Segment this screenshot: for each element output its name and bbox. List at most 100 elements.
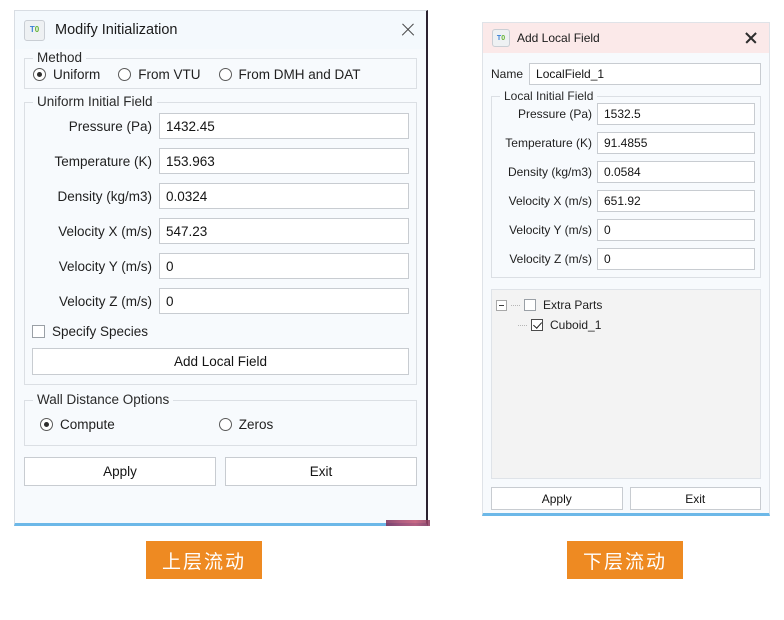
radio-uniform-indicator <box>33 68 46 81</box>
dialog-title: Add Local Field <box>517 31 600 45</box>
field-temperature-input[interactable]: 91.4855 <box>597 132 755 154</box>
field-temperature-input[interactable]: 153.963 <box>159 148 409 174</box>
radio-zeros-indicator <box>218 418 232 431</box>
field-velocity-y-input[interactable]: 0 <box>159 253 409 279</box>
radio-from-vtu-indicator <box>118 68 132 81</box>
uniform-initial-field-groupbox: Uniform Initial Field Pressure (Pa) 1432… <box>24 94 417 385</box>
field-velocity-x-label: Velocity X (m/s) <box>58 223 152 239</box>
render-artifact <box>386 520 430 526</box>
field-velocity-x-input[interactable]: 651.92 <box>597 190 755 212</box>
collapse-icon[interactable] <box>496 299 507 311</box>
modify-initialization-dialog: T0 Modify Initialization Method Uniform … <box>14 10 428 526</box>
screenshot-canvas: T0 Modify Initialization Method Uniform … <box>0 0 784 620</box>
field-temperature: Temperature (K) 153.963 <box>32 148 409 174</box>
method-legend: Method <box>33 50 87 65</box>
field-pressure-input[interactable]: 1532.5 <box>597 103 755 125</box>
field-pressure: Pressure (Pa) 1532.5 <box>497 103 755 125</box>
radio-from-vtu-label: From VTU <box>138 67 201 82</box>
field-density-label: Density (kg/m3) <box>507 165 592 179</box>
tree-item-label: Extra Parts <box>543 298 603 312</box>
field-pressure-input[interactable]: 1432.45 <box>159 113 409 139</box>
dialog-body: Method Uniform From VTU From DMH and DAT <box>15 50 426 486</box>
apply-button[interactable]: Apply <box>491 487 623 510</box>
tree-connector <box>518 324 527 326</box>
field-density: Density (kg/m3) 0.0324 <box>32 183 409 209</box>
caption-lower-flow: 下层流动 <box>567 541 683 579</box>
radio-compute-label: Compute <box>60 417 115 432</box>
field-density-label: Density (kg/m3) <box>57 188 152 204</box>
dialog-body: Name LocalField_1 Local Initial Field Pr… <box>483 63 769 510</box>
name-row: Name LocalField_1 <box>491 63 761 85</box>
app-t0-icon: T0 <box>24 19 45 41</box>
field-velocity-x-input[interactable]: 547.23 <box>159 218 409 244</box>
field-density-input[interactable]: 0.0584 <box>597 161 755 183</box>
radio-compute-indicator <box>40 418 53 431</box>
field-velocity-y-label: Velocity Y (m/s) <box>58 258 152 274</box>
field-velocity-y-input[interactable]: 0 <box>597 219 755 241</box>
exit-button[interactable]: Exit <box>629 487 761 510</box>
name-label: Name <box>491 67 524 81</box>
cuboid-checkbox[interactable] <box>531 319 543 331</box>
dialog-button-row: Apply Exit <box>491 487 761 510</box>
method-groupbox: Method Uniform From VTU From DMH and DAT <box>24 50 417 89</box>
local-initial-field-legend: Local Initial Field <box>500 89 598 103</box>
app-t0-icon: T0 <box>492 29 510 47</box>
field-temperature: Temperature (K) 91.4855 <box>497 132 755 154</box>
field-velocity-x-label: Velocity X (m/s) <box>508 194 592 208</box>
field-velocity-z: Velocity Z (m/s) 0 <box>32 288 409 314</box>
field-velocity-y: Velocity Y (m/s) 0 <box>32 253 409 279</box>
tree-row[interactable]: Extra Parts <box>496 295 756 315</box>
apply-button[interactable]: Apply <box>24 457 216 486</box>
dialog-button-row: Apply Exit <box>24 457 417 486</box>
radio-uniform-label: Uniform <box>53 67 101 82</box>
field-velocity-y: Velocity Y (m/s) 0 <box>497 219 755 241</box>
specify-species-row[interactable]: Specify Species <box>32 324 409 339</box>
field-velocity-z-input[interactable]: 0 <box>159 288 409 314</box>
radio-uniform[interactable]: Uniform <box>33 67 100 82</box>
radio-from-vtu[interactable]: From VTU <box>118 67 201 82</box>
wall-distance-options-legend: Wall Distance Options <box>33 392 174 407</box>
dialog-title: Modify Initialization <box>55 22 178 38</box>
wall-distance-radio-row: Compute Zeros <box>32 417 409 432</box>
field-velocity-z: Velocity Z (m/s) 0 <box>497 248 755 270</box>
radio-from-dmh-dat-label: From DMH and DAT <box>238 67 361 82</box>
field-velocity-x: Velocity X (m/s) 547.23 <box>32 218 409 244</box>
extra-parts-checkbox[interactable] <box>524 299 536 311</box>
close-icon[interactable] <box>741 28 761 48</box>
uniform-initial-field-legend: Uniform Initial Field <box>33 94 157 109</box>
field-pressure: Pressure (Pa) 1432.45 <box>32 113 409 139</box>
field-velocity-z-label: Velocity Z (m/s) <box>58 293 152 309</box>
radio-compute[interactable]: Compute <box>40 417 115 432</box>
tree-connector <box>511 304 520 306</box>
radio-from-dmh-dat[interactable]: From DMH and DAT <box>218 67 361 82</box>
radio-from-dmh-dat-indicator <box>218 68 232 81</box>
field-pressure-label: Pressure (Pa) <box>517 107 592 121</box>
method-radio-row: Uniform From VTU From DMH and DAT <box>31 67 410 82</box>
tree-item-label: Cuboid_1 <box>550 318 602 332</box>
dialog-titlebar: T0 Add Local Field <box>483 23 769 53</box>
wall-distance-options-groupbox: Wall Distance Options Compute Zeros <box>24 392 417 446</box>
field-velocity-y-label: Velocity Y (m/s) <box>509 223 592 237</box>
radio-zeros[interactable]: Zeros <box>218 417 274 432</box>
field-velocity-z-input[interactable]: 0 <box>597 248 755 270</box>
caption-upper-flow: 上层流动 <box>146 541 262 579</box>
specify-species-checkbox[interactable] <box>32 325 45 338</box>
exit-button[interactable]: Exit <box>225 457 417 486</box>
tree-row[interactable]: Cuboid_1 <box>496 315 756 335</box>
close-icon[interactable] <box>398 20 418 40</box>
add-local-field-button[interactable]: Add Local Field <box>32 348 409 375</box>
name-input[interactable]: LocalField_1 <box>529 63 761 85</box>
extra-parts-tree[interactable]: Extra Parts Cuboid_1 <box>491 289 761 479</box>
radio-zeros-label: Zeros <box>238 417 274 432</box>
add-local-field-dialog: T0 Add Local Field Name LocalField_1 Loc… <box>482 22 770 516</box>
field-velocity-z-label: Velocity Z (m/s) <box>509 252 592 266</box>
field-density-input[interactable]: 0.0324 <box>159 183 409 209</box>
field-velocity-x: Velocity X (m/s) 651.92 <box>497 190 755 212</box>
field-temperature-label: Temperature (K) <box>54 153 152 169</box>
dialog-titlebar: T0 Modify Initialization <box>15 11 426 49</box>
field-density: Density (kg/m3) 0.0584 <box>497 161 755 183</box>
specify-species-label: Specify Species <box>52 324 149 339</box>
local-initial-field-groupbox: Local Initial Field Pressure (Pa) 1532.5… <box>491 89 761 278</box>
field-pressure-label: Pressure (Pa) <box>68 118 152 134</box>
field-temperature-label: Temperature (K) <box>505 136 592 150</box>
